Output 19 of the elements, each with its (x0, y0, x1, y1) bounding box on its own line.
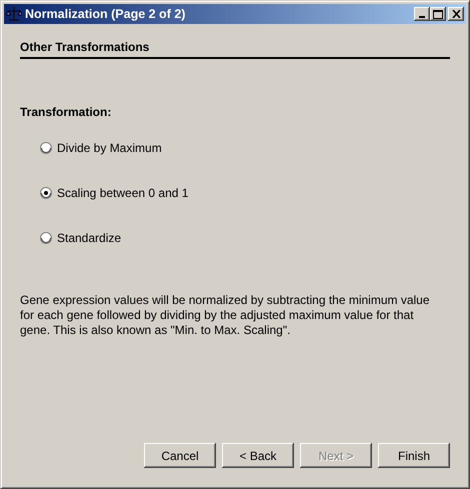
radio-button[interactable] (40, 232, 52, 244)
radio-button[interactable] (40, 142, 52, 154)
radio-option[interactable]: Scaling between 0 and 1 (40, 186, 188, 200)
wizard-button[interactable]: Cancel (144, 443, 216, 468)
scale-icon (6, 6, 22, 22)
minimize-button[interactable] (414, 7, 430, 21)
maximize-button[interactable] (430, 7, 446, 21)
section-heading: Other Transformations (20, 40, 150, 56)
wizard-button[interactable]: Finish (378, 443, 450, 468)
close-button[interactable] (448, 7, 464, 21)
group-label: Transformation: (20, 105, 112, 119)
wizard-button[interactable]: < Back (222, 443, 294, 468)
description-text: Gene expression values will be normalized by subtracting the minimum value for each gene followed by dividing by the adjusted maximum value for that gene. This is also known as "Min. to Max. Scaling". (20, 293, 431, 338)
radio-option[interactable]: Standardize (40, 231, 122, 245)
maximize-icon (433, 10, 443, 18)
radio-option[interactable]: Divide by Maximum (40, 141, 162, 155)
close-icon (452, 10, 460, 18)
radio-button[interactable] (40, 187, 52, 199)
window-title: Normalization (Page 2 of 2) (25, 7, 186, 21)
